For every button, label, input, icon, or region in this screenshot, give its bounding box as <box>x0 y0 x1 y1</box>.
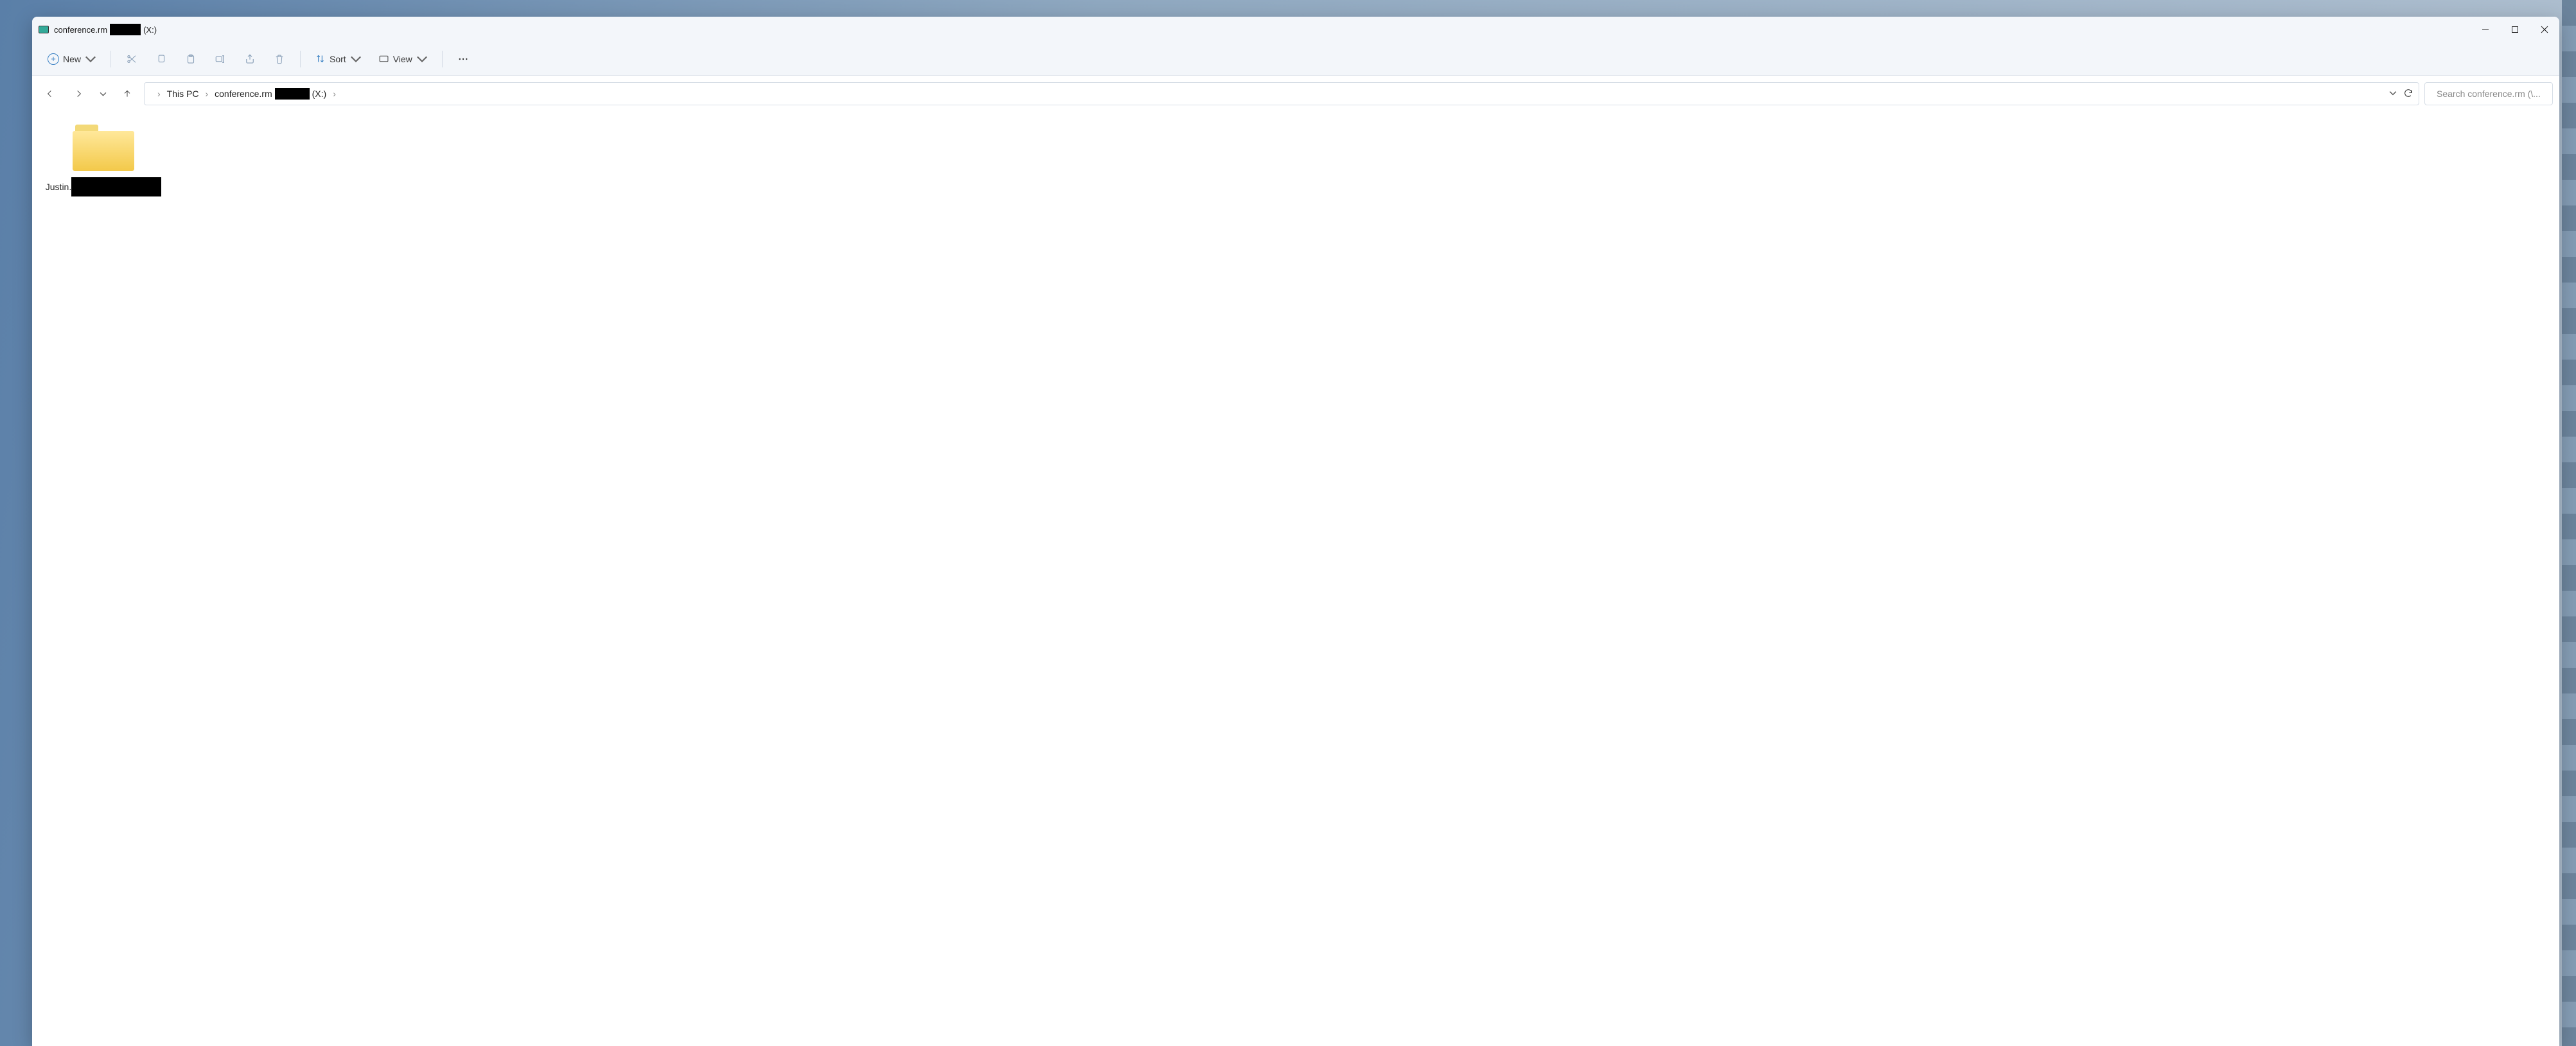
separator <box>300 51 301 67</box>
copy-button[interactable] <box>148 48 174 71</box>
refresh-icon <box>2403 88 2413 98</box>
chevron-down-icon <box>2389 89 2397 97</box>
share-icon <box>244 53 256 65</box>
more-button[interactable] <box>450 48 476 71</box>
breadcrumb-current[interactable]: conference.rm (X:) <box>215 88 326 100</box>
navigation-row: › This PC › conference.rm (X:) › <box>32 76 2559 112</box>
paste-button[interactable] <box>178 48 204 71</box>
maximize-button[interactable] <box>2500 17 2530 42</box>
arrow-up-icon <box>122 89 132 99</box>
plus-icon: + <box>48 53 59 65</box>
address-bar[interactable]: › This PC › conference.rm (X:) › <box>144 82 2419 105</box>
chevron-right-icon: › <box>333 89 336 99</box>
chevron-down-icon <box>350 53 362 65</box>
breadcrumb-this-pc[interactable]: This PC <box>167 89 199 99</box>
chevron-right-icon: › <box>205 89 208 99</box>
search-box[interactable] <box>2424 82 2553 105</box>
recent-locations-button[interactable] <box>95 82 110 105</box>
folder-item[interactable]: Justin. <box>42 125 164 196</box>
redacted-block <box>275 88 310 100</box>
new-label: New <box>63 54 81 64</box>
arrow-left-icon <box>45 89 55 99</box>
chevron-down-icon <box>85 53 96 65</box>
window-controls <box>2471 17 2559 42</box>
sort-icon <box>315 53 326 64</box>
back-button[interactable] <box>39 82 62 105</box>
folder-icon <box>73 125 134 171</box>
separator <box>442 51 443 67</box>
new-button[interactable]: + New <box>41 48 103 71</box>
command-bar: + New Sort View <box>32 42 2559 76</box>
clipboard-icon <box>185 53 197 65</box>
sort-button[interactable]: Sort <box>308 48 368 71</box>
folder-name-prefix: Justin. <box>46 182 71 192</box>
sort-label: Sort <box>330 54 346 64</box>
refresh-button[interactable] <box>2403 88 2413 100</box>
ellipsis-icon <box>457 53 469 65</box>
arrow-right-icon <box>73 89 84 99</box>
folder-name: Justin. <box>42 177 164 196</box>
file-list[interactable]: Justin. <box>32 112 2559 1046</box>
rename-icon <box>215 53 226 65</box>
scissors-icon <box>126 53 137 65</box>
trash-icon <box>274 53 285 65</box>
window-title: conference.rm (X:) <box>54 24 157 35</box>
rename-button[interactable] <box>207 48 233 71</box>
redacted-block <box>110 24 141 35</box>
redacted-block <box>71 177 161 196</box>
minimize-button[interactable] <box>2471 17 2500 42</box>
search-input[interactable] <box>2437 89 2553 99</box>
close-button[interactable] <box>2530 17 2559 42</box>
chevron-down-icon <box>100 91 107 98</box>
breadcrumb-loc-suffix: (X:) <box>312 89 327 99</box>
address-dropdown-button[interactable] <box>2389 89 2397 99</box>
titlebar[interactable]: conference.rm (X:) <box>32 17 2559 42</box>
copy-icon <box>155 53 167 65</box>
title-suffix: (X:) <box>143 25 157 35</box>
separator <box>110 51 111 67</box>
up-button[interactable] <box>116 82 139 105</box>
chevron-right-icon: › <box>157 89 161 99</box>
share-button[interactable] <box>237 48 263 71</box>
forward-button[interactable] <box>67 82 90 105</box>
view-label: View <box>393 54 412 64</box>
view-icon <box>378 53 389 64</box>
chevron-down-icon <box>416 53 428 65</box>
file-explorer-window: conference.rm (X:) + New <box>32 17 2559 1046</box>
delete-button[interactable] <box>267 48 292 71</box>
drive-icon <box>39 26 49 33</box>
breadcrumb-loc-prefix: conference.rm <box>215 89 272 99</box>
cut-button[interactable] <box>119 48 145 71</box>
view-button[interactable]: View <box>372 48 434 71</box>
title-prefix: conference.rm <box>54 25 107 35</box>
